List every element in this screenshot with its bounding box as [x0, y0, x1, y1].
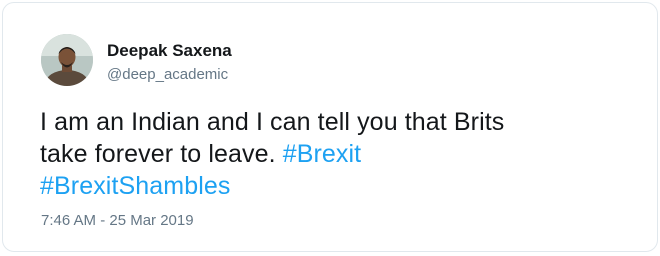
author-display-name[interactable]: Deepak Saxena	[107, 41, 232, 61]
author-handle[interactable]: @deep_academic	[107, 66, 228, 83]
tweet-text: I am an Indian and I can tell you that B…	[40, 106, 640, 202]
hashtag-link-brexit[interactable]: #Brexit	[283, 140, 362, 168]
tweet-card: Deepak Saxena @deep_academic I am an Ind…	[2, 2, 658, 252]
tweet-text-line2: take forever to leave.	[40, 140, 276, 168]
avatar[interactable]	[41, 34, 93, 86]
tweet-timestamp[interactable]: 7:46 AM - 25 Mar 2019	[41, 212, 194, 229]
tweet-text-line1: I am an Indian and I can tell you that B…	[40, 108, 505, 136]
profile-photo-icon	[41, 34, 93, 86]
hashtag-link-brexitshambles[interactable]: #BrexitShambles	[40, 172, 230, 200]
